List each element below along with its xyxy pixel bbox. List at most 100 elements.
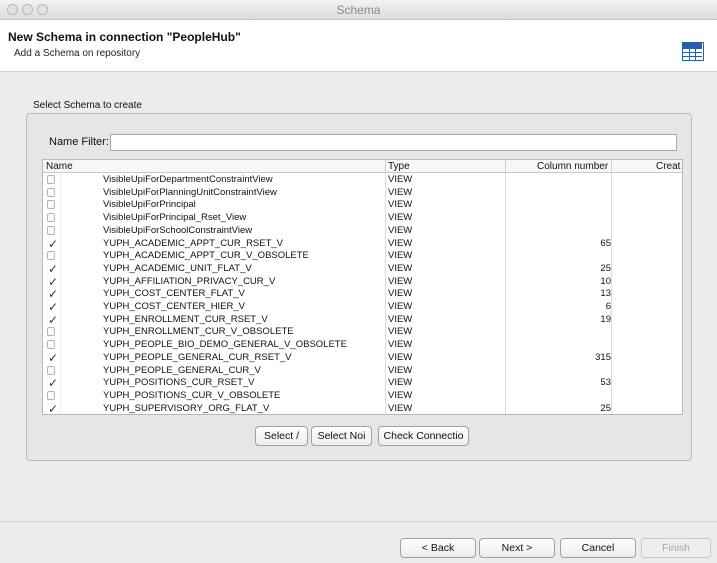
row-name: VisibleUpiForPlanningUnitConstraintView [103, 186, 277, 198]
row-type: VIEW [388, 364, 413, 376]
row-column-number: 53 [600, 377, 611, 389]
table-header: Name Type Column number Creat [43, 160, 682, 173]
cancel-button[interactable]: Cancel [560, 538, 636, 558]
table-row[interactable]: VisibleUpiForPrincipal_Rset_View VIEW [43, 211, 682, 224]
table-row[interactable]: ✓ YUPH_PEOPLE_GENERAL_CUR_RSET_V VIEW 315 [43, 351, 682, 364]
name-filter-label: Name Filter: [49, 136, 109, 148]
next-button[interactable]: Next > [479, 538, 555, 558]
row-type: VIEW [388, 174, 413, 185]
row-name: YUPH_ACADEMIC_APPT_CUR_RSET_V [103, 237, 284, 249]
row-column-number: 10 [600, 275, 611, 287]
row-checkbox[interactable]: ✓ [47, 301, 58, 313]
row-name: YUPH_ACADEMIC_APPT_CUR_V_OBSOLETE [103, 250, 309, 262]
row-checkbox[interactable] [47, 327, 55, 337]
row-type: VIEW [388, 275, 413, 287]
row-type: VIEW [388, 313, 413, 325]
row-checkbox[interactable]: ✓ [47, 352, 58, 364]
row-type: VIEW [388, 288, 413, 300]
row-checkbox[interactable]: ✓ [47, 238, 58, 250]
row-name: YUPH_PEOPLE_GENERAL_CUR_V [103, 364, 261, 376]
row-type: VIEW [388, 326, 413, 338]
wizard-header: New Schema in connection "PeopleHub" Add… [0, 20, 717, 72]
column-header-creation[interactable]: Creat [656, 160, 680, 173]
row-name: YUPH_POSITIONS_CUR_V_OBSOLETE [103, 389, 281, 401]
table-row[interactable]: ✓ YUPH_ACADEMIC_UNIT_FLAT_V VIEW 25 [43, 262, 682, 275]
minimize-window-icon[interactable] [22, 4, 33, 15]
row-type: VIEW [388, 250, 413, 262]
row-checkbox[interactable] [47, 225, 55, 235]
row-type: VIEW [388, 339, 413, 351]
table-row[interactable]: ✓ YUPH_COST_CENTER_HIER_V VIEW 6 [43, 300, 682, 313]
schema-table: Name Type Column number Creat VisibleUpi… [42, 159, 683, 415]
row-type: VIEW [388, 301, 413, 312]
column-header-name[interactable]: Name [46, 160, 73, 173]
row-checkbox[interactable]: ✓ [47, 276, 58, 288]
table-row[interactable]: ✓ YUPH_AFFILIATION_PRIVACY_CUR_V VIEW 10 [43, 275, 682, 288]
name-filter-input[interactable] [110, 134, 677, 151]
row-checkbox[interactable] [47, 213, 55, 223]
row-type: VIEW [388, 237, 413, 249]
table-row[interactable]: YUPH_POSITIONS_CUR_V_OBSOLETE VIEW [43, 389, 682, 402]
table-grid-icon [682, 42, 704, 61]
table-row[interactable]: ✓ YUPH_COST_CENTER_FLAT_V VIEW 13 [43, 287, 682, 300]
row-checkbox[interactable]: ✓ [47, 314, 58, 326]
table-row[interactable]: ✓ YUPH_POSITIONS_CUR_RSET_V VIEW 53 [43, 376, 682, 389]
table-row[interactable]: YUPH_PEOPLE_GENERAL_CUR_V VIEW [43, 364, 682, 377]
row-checkbox[interactable] [47, 365, 55, 375]
row-name: VisibleUpiForPrincipal [103, 199, 196, 211]
row-checkbox[interactable] [47, 340, 55, 350]
column-header-type[interactable]: Type [388, 160, 410, 173]
row-checkbox[interactable] [47, 200, 55, 210]
row-name: YUPH_ENROLLMENT_CUR_V_OBSOLETE [103, 326, 294, 338]
row-checkbox[interactable]: ✓ [47, 288, 58, 300]
row-checkbox[interactable]: ✓ [47, 263, 58, 275]
table-row[interactable]: VisibleUpiForPlanningUnitConstraintView V… [43, 186, 682, 199]
table-row[interactable]: VisibleUpiForPrincipal VIEW [43, 198, 682, 211]
row-column-number: 25 [600, 402, 611, 414]
row-checkbox[interactable]: ✓ [47, 377, 58, 389]
row-checkbox[interactable] [47, 390, 55, 400]
table-row[interactable]: ✓ YUPH_ENROLLMENT_CUR_RSET_V VIEW 19 [43, 313, 682, 326]
row-name: VisibleUpiForSchoolConstraintView [103, 224, 253, 236]
footer-divider [0, 521, 717, 522]
table-row[interactable]: YUPH_PEOPLE_BIO_DEMO_GENERAL_V_OBSOLETE V… [43, 338, 682, 351]
row-name: YUPH_COST_CENTER_FLAT_V [103, 288, 245, 300]
row-name: YUPH_POSITIONS_CUR_RSET_V [103, 377, 255, 389]
row-column-number: 13 [600, 288, 611, 300]
table-row[interactable]: YUPH_ACADEMIC_APPT_CUR_V_OBSOLETE VIEW [43, 249, 682, 262]
row-name: YUPH_ACADEMIC_UNIT_FLAT_V [103, 262, 252, 274]
window-titlebar: Schema [0, 0, 717, 20]
select-none-button[interactable]: Select Noi [311, 426, 372, 446]
row-type: VIEW [388, 351, 413, 363]
row-type: VIEW [388, 377, 413, 389]
row-name: YUPH_SUPERVISORY_ORG_FLAT_V [103, 402, 270, 414]
table-row[interactable]: ✓ YUPH_SUPERVISORY_ORG_FLAT_V VIEW 25 [43, 402, 682, 414]
table-row[interactable]: VisibleUpiForDepartmentConstraintView VIE… [43, 173, 682, 186]
back-button[interactable]: < Back [400, 538, 476, 558]
row-checkbox[interactable] [47, 251, 55, 261]
row-column-number: 6 [605, 301, 611, 312]
row-type: VIEW [388, 389, 413, 401]
row-checkbox[interactable]: ✓ [47, 403, 58, 414]
select-all-button[interactable]: Select / [255, 426, 308, 446]
table-row[interactable]: VisibleUpiForSchoolConstraintView VIEW [43, 224, 682, 237]
row-type: VIEW [388, 262, 413, 274]
table-row[interactable]: ✓ YUPH_ACADEMIC_APPT_CUR_RSET_V VIEW 65 [43, 237, 682, 250]
close-window-icon[interactable] [7, 4, 18, 15]
row-checkbox[interactable] [47, 175, 55, 184]
window-title: Schema [336, 3, 381, 17]
column-header-column-number[interactable]: Column number [537, 160, 608, 173]
row-checkbox[interactable] [47, 187, 55, 197]
row-type: VIEW [388, 224, 413, 236]
row-column-number: 315 [595, 351, 611, 363]
finish-button[interactable]: Finish [641, 538, 711, 558]
section-label: Select Schema to create [33, 100, 142, 111]
row-name: VisibleUpiForDepartmentConstraintView [103, 174, 273, 185]
row-type: VIEW [388, 186, 413, 198]
row-type: VIEW [388, 199, 413, 211]
wizard-title: New Schema in connection "PeopleHub" [8, 30, 241, 44]
table-row[interactable]: YUPH_ENROLLMENT_CUR_V_OBSOLETE VIEW [43, 325, 682, 338]
check-connection-button[interactable]: Check Connectio [378, 426, 469, 446]
wizard-subtitle: Add a Schema on repository [14, 48, 141, 59]
zoom-window-icon[interactable] [37, 4, 48, 15]
